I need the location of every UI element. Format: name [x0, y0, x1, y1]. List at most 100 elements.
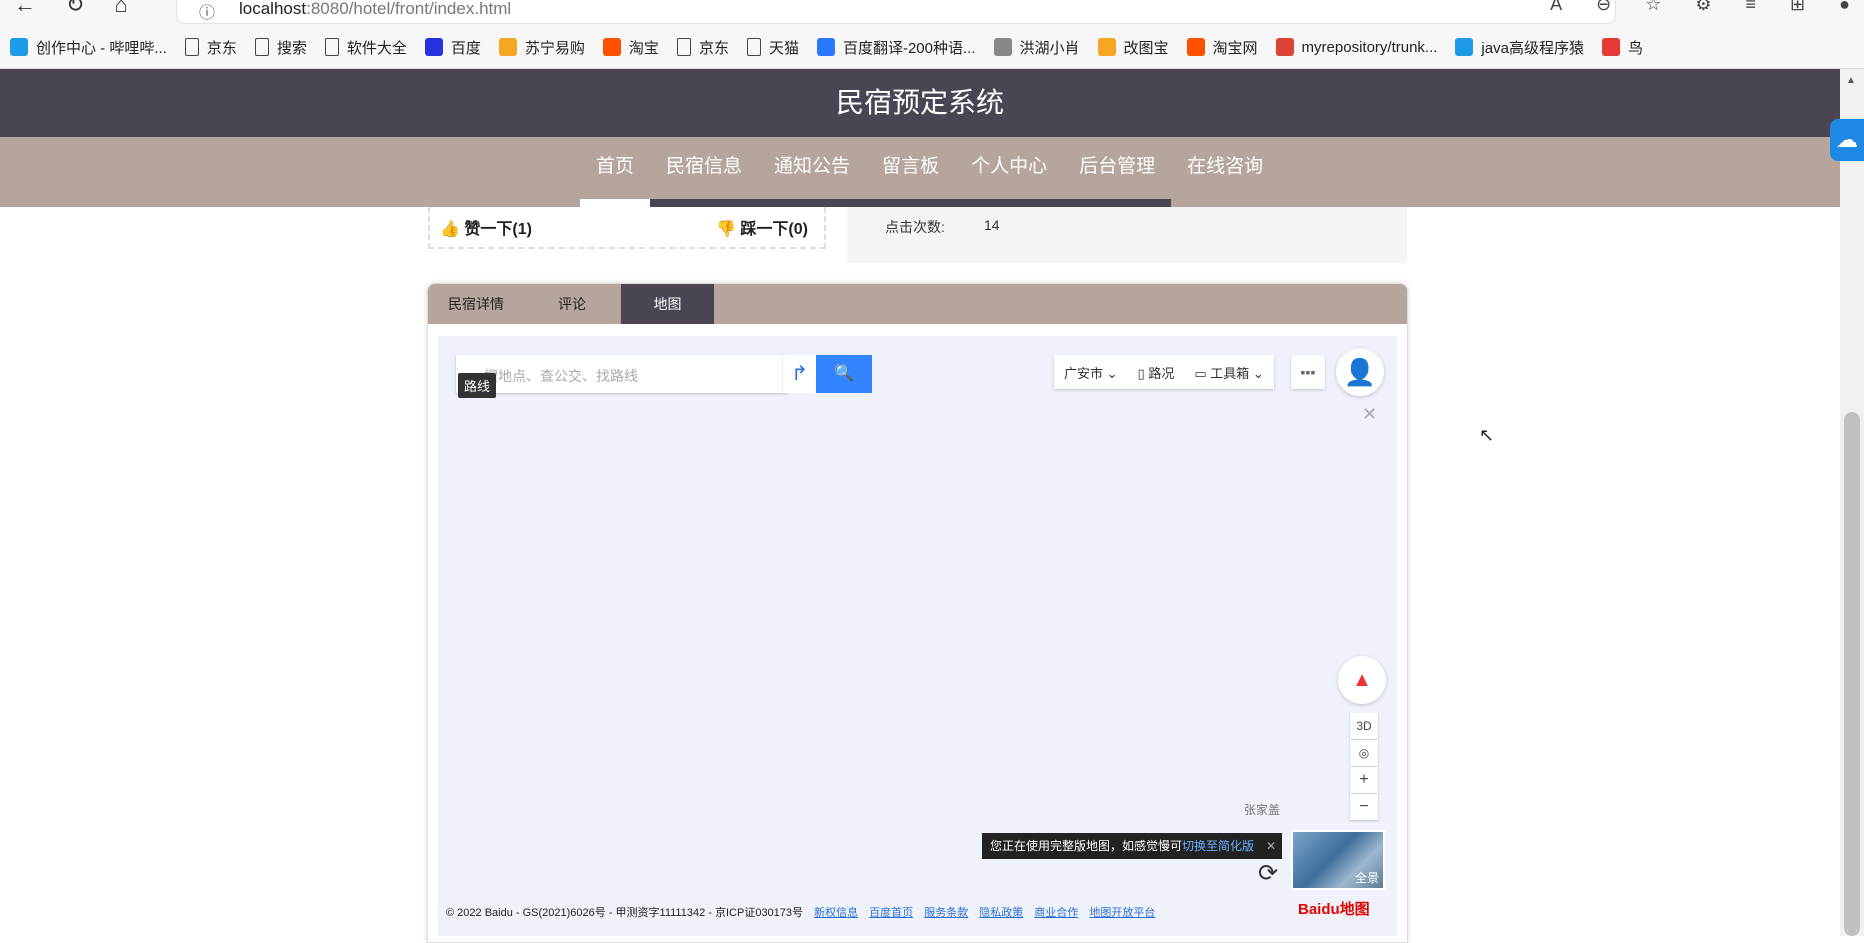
address-bar[interactable]: ⓘ localhost:8080/hotel/front/index.html [176, 0, 1616, 24]
like-button[interactable]: 👍 赞一下(1) [440, 215, 532, 239]
bookmark-label: 京东 [206, 39, 237, 57]
browser-chrome: ← ↻ ⌂ ⓘ localhost:8080/hotel/front/index… [0, 0, 1864, 69]
favorites-icon[interactable]: ≡ [1746, 0, 1757, 15]
suning-icon [498, 38, 517, 56]
close-icon[interactable]: ✕ [1266, 833, 1276, 859]
bookmark-label: java高级程序猿 [1481, 39, 1584, 57]
page-icon [184, 38, 199, 56]
bookmark-label: 百度翻译-200种语... [842, 39, 976, 57]
bookmark-item[interactable]: 搜索 [254, 34, 307, 60]
nav-label: 通知公告 [774, 156, 851, 177]
nav-underline [1171, 199, 1279, 207]
panorama-thumbnail[interactable]: 全景 [1291, 830, 1385, 890]
3d-button[interactable]: 3D [1350, 713, 1378, 739]
tab-comments[interactable]: 评论 [524, 284, 620, 324]
page-icon [676, 38, 691, 56]
profile-icon[interactable]: ● [1839, 0, 1850, 15]
nav-label: 民宿信息 [666, 156, 743, 177]
bookmark-item[interactable]: java高级程序猿 [1455, 34, 1584, 60]
browser-nav-buttons: ← ↻ ⌂ [14, 0, 128, 18]
map-search-button[interactable]: 🔍 [816, 355, 872, 393]
bookmark-item[interactable]: 京东 [184, 34, 237, 60]
bookmark-label: 鸟 [1627, 39, 1643, 57]
footer-link[interactable]: 新权信息 [814, 907, 858, 919]
chevron-down-icon: ⌄ [1252, 365, 1264, 381]
traffic-light-icon: ▯ [1137, 365, 1145, 381]
footer-link[interactable]: 商业合作 [1034, 907, 1078, 919]
url-text[interactable]: localhost:8080/hotel/front/index.html [239, 0, 511, 19]
map-search-input[interactable]: 搜地点、查公交、找路线 [456, 355, 787, 393]
nav-underline [866, 199, 956, 207]
bookmark-item[interactable]: 天猫 [746, 34, 799, 60]
footer-link[interactable]: 地图开放平台 [1089, 907, 1155, 919]
footer-link[interactable]: 服务条款 [924, 907, 968, 919]
bookmark-label: 天猫 [768, 39, 799, 57]
map-copyright: © 2022 Baidu - GS(2021)6026号 - 甲测资字11111… [446, 904, 1155, 920]
tab-details[interactable]: 民宿详情 [428, 284, 524, 324]
nav-item[interactable]: 后台管理 [1063, 137, 1172, 207]
bookmark-label: 搜索 [276, 39, 307, 57]
page-icon [254, 38, 269, 56]
detail-tab-panel: 民宿详情 评论 地图 搜地点、查公交、找路线 路线 ↱ 🔍 广安市 ⌄ ▯ 路况… [427, 283, 1408, 943]
bookmark-item[interactable]: 洪湖小肖 [993, 34, 1080, 60]
bookmark-label: 改图宝 [1123, 39, 1169, 57]
read-aloud-icon[interactable]: A [1550, 0, 1562, 15]
bookmark-label: 百度 [450, 39, 481, 57]
baidu-map[interactable]: 搜地点、查公交、找路线 路线 ↱ 🔍 广安市 ⌄ ▯ 路况 ▭ 工具箱 ⌄ ▪▪… [438, 336, 1397, 936]
compass-icon[interactable]: ▲ [1338, 656, 1386, 704]
bookmark-item[interactable]: 淘宝网 [1186, 34, 1258, 60]
refresh-icon[interactable]: ⟳ [1258, 859, 1278, 888]
favorite-add-icon[interactable]: ☆ [1645, 0, 1661, 15]
bookmark-item[interactable]: 百度 [424, 34, 481, 60]
bookmark-item[interactable]: 百度翻译-200种语... [816, 34, 976, 60]
site-nav: 首页 民宿信息 通知公告 留言板 个人中心 后台管理 在线咨询 [0, 137, 1840, 207]
site-title: 民宿预定系统 [835, 87, 1004, 118]
user-avatar-icon[interactable]: 👤 [1336, 348, 1384, 396]
nav-item[interactable]: 通知公告 [758, 137, 867, 207]
extensions-icon[interactable]: ⚙ [1695, 0, 1711, 15]
collections-icon[interactable]: ⊞ [1790, 0, 1805, 15]
site-info-icon[interactable]: ⓘ [199, 0, 215, 23]
message-icon[interactable]: ▪▪▪ [1291, 355, 1325, 389]
nav-item[interactable]: 留言板 [866, 137, 956, 207]
bookmark-item[interactable]: 京东 [676, 34, 729, 60]
bookmark-item[interactable]: 创作中心 - 哔哩哔... [10, 34, 167, 60]
bookmark-item[interactable]: 鸟 [1601, 34, 1643, 60]
dislike-button[interactable]: 👎 踩一下(0) [716, 215, 808, 239]
avatar-icon [993, 38, 1012, 56]
nav-label: 个人中心 [971, 156, 1048, 177]
bookmark-item[interactable]: myrepository/trunk... [1275, 34, 1437, 60]
bookmark-item[interactable]: 苏宁易购 [498, 34, 585, 60]
footer-link[interactable]: 隐私政策 [979, 907, 1023, 919]
traffic-button[interactable]: ▯ 路况 [1128, 363, 1185, 382]
page-scrollbar[interactable]: ▲ [1840, 69, 1864, 936]
toolbox-button[interactable]: ▭ 工具箱 ⌄ [1184, 363, 1273, 382]
bookmark-item[interactable]: 软件大全 [324, 34, 407, 60]
home-icon[interactable]: ⌂ [114, 0, 127, 18]
bookmark-item[interactable]: 淘宝 [602, 34, 659, 60]
zoom-out-button[interactable]: − [1350, 794, 1378, 820]
locate-icon[interactable]: ◎ [1350, 740, 1378, 766]
switch-simple-link[interactable]: 切换至简化版 [1182, 839, 1254, 853]
nav-item[interactable]: 首页 [580, 137, 651, 207]
clicks-label: 点击次数: [885, 219, 945, 235]
nav-underline [650, 199, 759, 207]
city-select[interactable]: 广安市 ⌄ [1054, 363, 1128, 382]
site-header: 民宿预定系统 [0, 69, 1840, 137]
baidu-netdisk-icon[interactable]: ☁ [1830, 119, 1864, 161]
route-icon[interactable]: ↱ [782, 355, 816, 393]
tab-map[interactable]: 地图 [621, 284, 714, 324]
nav-item[interactable]: 在线咨询 [1171, 137, 1279, 207]
map-search-placeholder: 搜地点、查公交、找路线 [484, 368, 638, 384]
footer-link[interactable]: 百度首页 [869, 907, 913, 919]
scroll-up-icon[interactable]: ▲ [1846, 75, 1856, 86]
nav-item[interactable]: 民宿信息 [650, 137, 759, 207]
bookmark-item[interactable]: 改图宝 [1097, 34, 1169, 60]
close-icon[interactable]: ✕ [1362, 404, 1377, 425]
scroll-thumb[interactable] [1844, 412, 1860, 936]
refresh-icon[interactable]: ↻ [66, 0, 84, 18]
zoom-out-icon[interactable]: ⊖ [1596, 0, 1611, 15]
nav-item[interactable]: 个人中心 [955, 137, 1064, 207]
back-icon[interactable]: ← [14, 0, 36, 18]
zoom-in-button[interactable]: + [1350, 767, 1378, 793]
